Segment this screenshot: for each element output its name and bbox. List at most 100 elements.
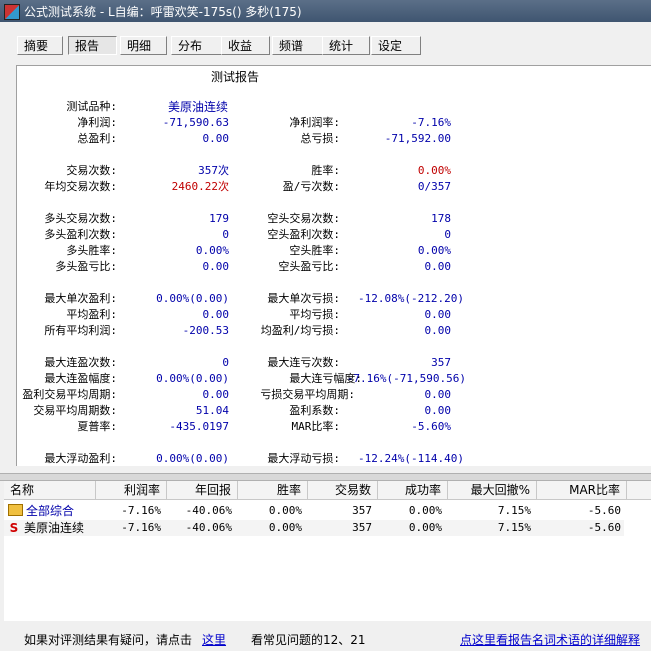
- cell-max-drawdown: 7.15%: [497, 504, 531, 517]
- cell-annual-return: -40.06%: [185, 504, 232, 517]
- value-net-profit-rate: -7.16%: [411, 116, 451, 129]
- value-short-win-rate: 0.00%: [417, 244, 451, 257]
- label-max-single-profit: 最大单次盈利:: [44, 292, 117, 305]
- value-avg-win-period: 0.00: [202, 388, 230, 401]
- cell-success-rate: 0.00%: [408, 504, 442, 517]
- label-max-float-profit: 最大浮动盈利:: [44, 452, 117, 465]
- table-header: 名称 利润率 年回报 胜率 交易数 成功率 最大回撤% MAR比率: [4, 481, 651, 500]
- value-max-consec-loss-range: -7.16%(-71,590.56): [346, 372, 466, 385]
- window-title: 公式测试系统 - L自编：呼雷欢笑-175s() 多秒(175): [24, 5, 302, 19]
- label-mar-ratio: MAR比率:: [291, 420, 341, 433]
- column-header-success-rate[interactable]: 成功率: [378, 481, 448, 499]
- value-max-consec-win-range: 0.00%(0.00): [156, 372, 229, 385]
- value-long-trades: 179: [209, 212, 229, 225]
- label-avg-loss-period: 亏损交易平均周期:: [260, 388, 355, 401]
- table-row[interactable]: 全部综合 -7.16% -40.06% 0.00% 357 0.00% 7.15…: [4, 503, 624, 519]
- cell-win-rate: 0.00%: [268, 504, 302, 517]
- label-avg-loss: 平均亏损:: [289, 308, 340, 321]
- symbol-s-icon: S: [9, 521, 19, 535]
- label-avg-trade-period: 交易平均周期数:: [33, 404, 117, 417]
- value-long-wins: 0: [222, 228, 229, 241]
- column-header-mar-ratio[interactable]: MAR比率: [537, 481, 627, 499]
- row-name: 美原油连续: [24, 521, 85, 535]
- value-profit-factor: 0.00: [424, 404, 452, 417]
- column-header-profit-rate[interactable]: 利润率: [96, 481, 167, 499]
- cell-max-drawdown: 7.15%: [497, 521, 531, 534]
- table-row[interactable]: S 美原油连续 -7.16% -40.06% 0.00% 357 0.00% 7.…: [4, 520, 624, 536]
- cell-profit-rate: -7.16%: [121, 521, 161, 534]
- label-net-profit: 净利润:: [77, 116, 117, 129]
- label-short-trades: 空头交易次数:: [267, 212, 340, 225]
- column-header-name[interactable]: 名称: [4, 481, 96, 499]
- tab-distribution[interactable]: 分布: [171, 36, 222, 55]
- label-long-win-rate: 多头胜率:: [66, 244, 117, 257]
- value-max-consec-losses: 357: [431, 356, 451, 369]
- value-short-trades: 178: [431, 212, 451, 225]
- value-avg-win-avg-loss: 0.00: [424, 324, 452, 337]
- value-win-loss-count: 0/357: [417, 180, 451, 193]
- cell-trade-count: 357: [352, 521, 372, 534]
- value-max-single-loss: -12.08%(-212.20): [358, 292, 464, 305]
- label-total-profit: 总盈利:: [77, 132, 117, 145]
- footer-glossary-link[interactable]: 点这里看报告名词术语的详细解释: [460, 631, 640, 648]
- value-avg-trade-period: 51.04: [195, 404, 229, 417]
- label-max-consec-wins: 最大连盈次数:: [44, 356, 117, 369]
- value-max-float-profit: 0.00%(0.00): [156, 452, 229, 465]
- value-max-single-profit: 0.00%(0.00): [156, 292, 229, 305]
- label-short-win-rate: 空头胜率:: [289, 244, 340, 257]
- value-test-symbol: 美原油连续: [168, 100, 229, 114]
- report-panel[interactable]: 测试报告 测试品种: 美原油连续 净利润: -71,590.63 净利润率: -…: [16, 65, 651, 466]
- label-long-wins: 多头盈利次数:: [44, 228, 117, 241]
- column-header-trade-count[interactable]: 交易数: [308, 481, 378, 499]
- value-max-consec-wins: 0: [222, 356, 229, 369]
- cell-annual-return: -40.06%: [185, 521, 232, 534]
- column-header-max-drawdown[interactable]: 最大回撤%: [448, 481, 537, 499]
- label-avg-all-profit: 所有平均利润:: [44, 324, 117, 337]
- label-net-profit-rate: 净利润率:: [289, 116, 340, 129]
- cell-mar-ratio: -5.60: [587, 504, 621, 517]
- label-annual-trades: 年均交易次数:: [44, 180, 117, 193]
- footer-bar: 如果对评测结果有疑问，请点击 这里 看常见问题的12、21 点这里看报告名词术语…: [0, 622, 651, 651]
- label-win-rate: 胜率:: [311, 164, 340, 177]
- report-title: 测试报告: [211, 70, 260, 84]
- value-total-loss: -71,592.00: [384, 132, 451, 145]
- value-sharpe-ratio: -435.0197: [169, 420, 229, 433]
- label-max-consec-losses: 最大连亏次数:: [267, 356, 340, 369]
- label-long-trades: 多头交易次数:: [44, 212, 117, 225]
- tab-statistics[interactable]: 统计: [322, 36, 370, 55]
- splitter[interactable]: [0, 473, 651, 481]
- cell-win-rate: 0.00%: [268, 521, 302, 534]
- value-max-float-loss: -12.24%(-114.40): [358, 452, 464, 465]
- column-header-annual-return[interactable]: 年回报: [167, 481, 238, 499]
- label-trade-count: 交易次数:: [66, 164, 117, 177]
- footer-help-link[interactable]: 这里: [202, 631, 226, 648]
- results-table: 名称 利润率 年回报 胜率 交易数 成功率 最大回撤% MAR比率 全部综合 -…: [4, 481, 651, 621]
- label-short-wins: 空头盈利次数:: [267, 228, 340, 241]
- value-avg-loss-period: 0.00: [424, 388, 452, 401]
- value-trade-count: 357次: [198, 164, 229, 177]
- label-avg-win-period: 盈利交易平均周期:: [22, 388, 117, 401]
- value-win-rate: 0.00%: [417, 164, 451, 177]
- row-name: 全部综合: [26, 504, 75, 518]
- cell-mar-ratio: -5.60: [587, 521, 621, 534]
- tab-settings[interactable]: 设定: [371, 36, 421, 55]
- value-avg-profit: 0.00: [202, 308, 230, 321]
- label-sharpe-ratio: 夏普率:: [77, 420, 117, 433]
- tab-summary[interactable]: 摘要: [17, 36, 63, 55]
- label-profit-factor: 盈利系数:: [289, 404, 340, 417]
- tab-report[interactable]: 报告: [68, 36, 117, 55]
- cell-profit-rate: -7.16%: [121, 504, 161, 517]
- value-short-wins: 0: [444, 228, 451, 241]
- label-avg-win-avg-loss: 均盈利/均亏损:: [260, 324, 340, 337]
- value-annual-trades: 2460.22次: [171, 180, 229, 193]
- column-header-win-rate[interactable]: 胜率: [238, 481, 308, 499]
- tab-profit[interactable]: 收益: [221, 36, 270, 55]
- label-max-consec-win-range: 最大连盈幅度:: [44, 372, 117, 385]
- tab-detail[interactable]: 明细: [120, 36, 167, 55]
- value-avg-loss: 0.00: [424, 308, 452, 321]
- footer-faq-text: 看常见问题的12、21: [251, 633, 366, 647]
- title-bar: 公式测试系统 - L自编：呼雷欢笑-175s() 多秒(175): [0, 0, 651, 22]
- label-long-pl-ratio: 多头盈亏比:: [55, 260, 117, 273]
- value-net-profit: -71,590.63: [162, 116, 229, 129]
- value-long-win-rate: 0.00%: [195, 244, 229, 257]
